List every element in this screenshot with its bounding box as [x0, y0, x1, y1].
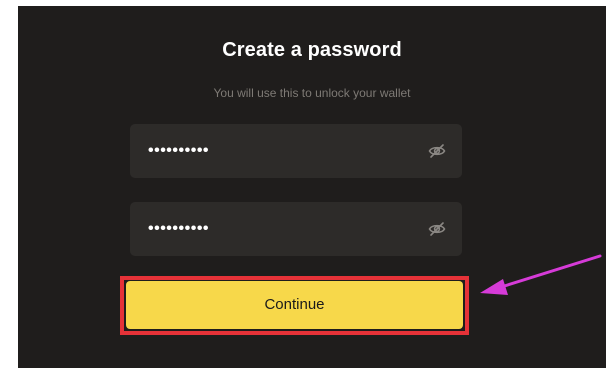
eye-off-icon[interactable]	[428, 220, 446, 238]
password-field[interactable]: ••••••••••	[130, 124, 462, 178]
page-subtitle: You will use this to unlock your wallet	[213, 86, 411, 100]
confirm-password-value: ••••••••••	[148, 220, 210, 237]
eye-off-icon[interactable]	[428, 142, 446, 160]
pointer-arrow-icon	[480, 254, 602, 295]
page-title: Create a password	[222, 39, 402, 61]
password-panel: Create a password You will use this to u…	[18, 6, 606, 368]
continue-button[interactable]: Continue	[126, 281, 463, 329]
confirm-password-field[interactable]: ••••••••••	[130, 202, 462, 256]
password-value: ••••••••••	[148, 142, 210, 159]
